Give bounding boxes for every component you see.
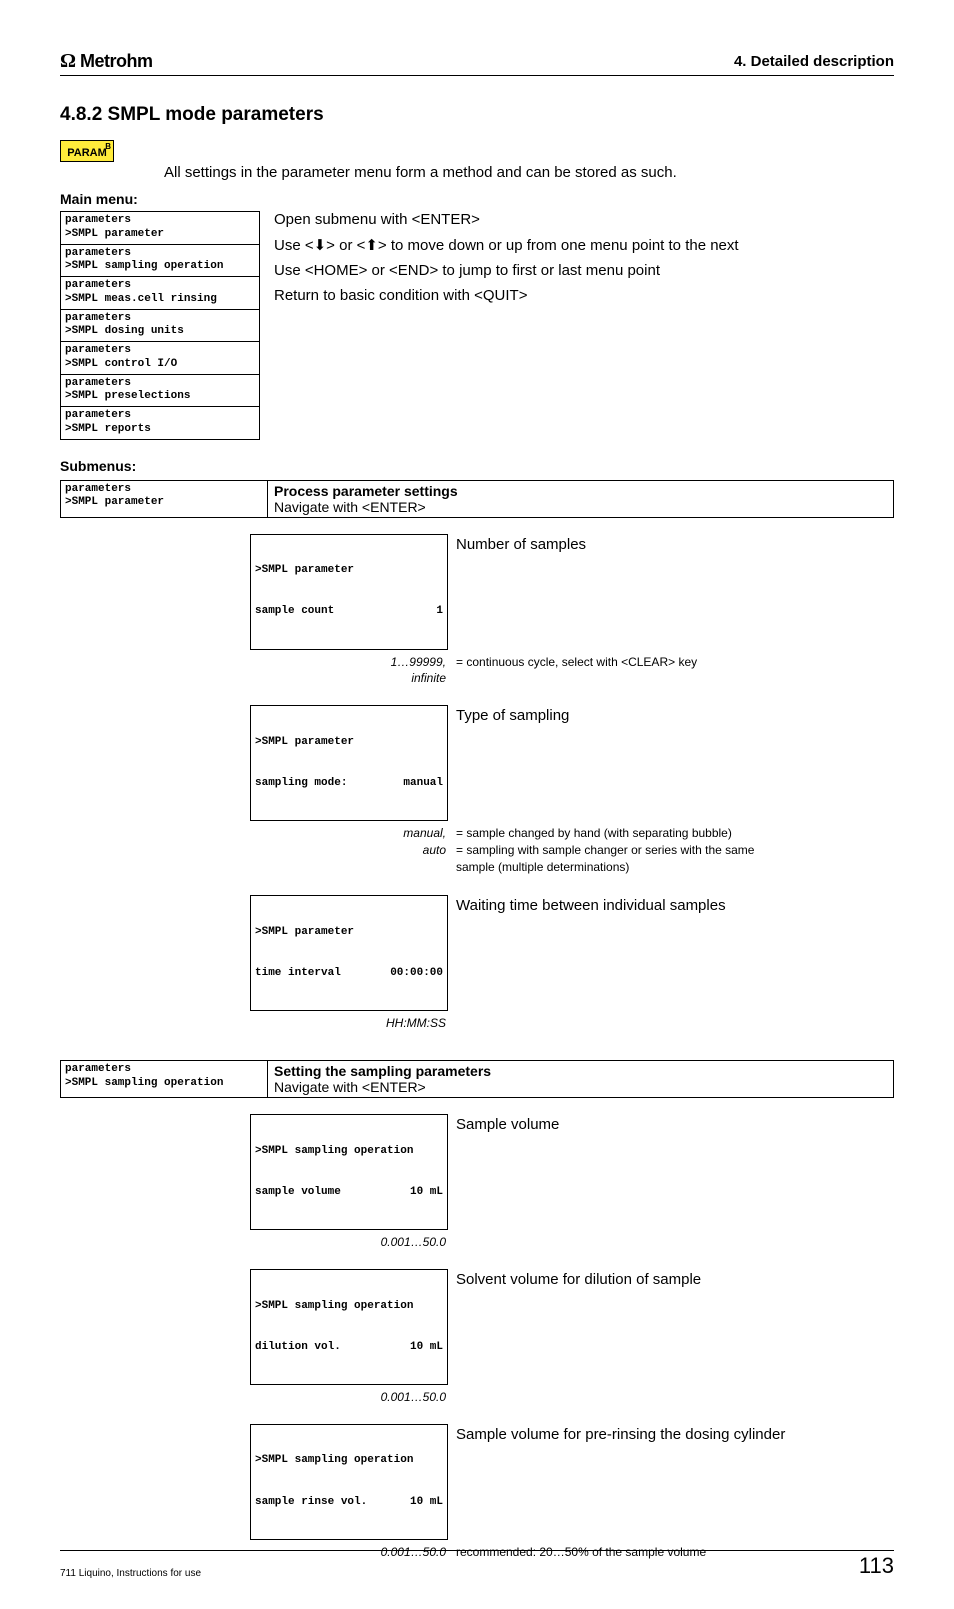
submenu-header-left: parameters >SMPL parameter bbox=[61, 481, 268, 517]
param-line1: >SMPL sampling operation bbox=[255, 1300, 443, 1314]
param-value: 00:00:00 bbox=[390, 967, 443, 981]
page-footer: 711 Liquino, Instructions for use 113 bbox=[60, 1550, 894, 1579]
param-row: >SMPL parameter sample count 1 Number of… bbox=[250, 534, 894, 650]
param-display: >SMPL parameter time interval 00:00:00 bbox=[250, 895, 448, 1011]
info-line: Return to basic condition with <QUIT> bbox=[274, 287, 894, 304]
info-line: Open submenu with <ENTER> bbox=[274, 211, 894, 228]
param-label: sampling mode: bbox=[255, 777, 347, 791]
info-line: Use <HOME> or <END> to jump to first or … bbox=[274, 262, 894, 279]
param-line1: >SMPL parameter bbox=[255, 736, 443, 750]
param-range: 0.001…50.0 bbox=[250, 1232, 452, 1251]
submenu-title: Process parameter settings bbox=[274, 483, 458, 499]
menu-item: parameters >SMPL preselections bbox=[60, 375, 260, 408]
menu-item: parameters >SMPL meas.cell rinsing bbox=[60, 277, 260, 310]
param-description: Sample volume for pre-rinsing the dosing… bbox=[448, 1424, 894, 1445]
param-display: >SMPL sampling operation dilution vol. 1… bbox=[250, 1269, 448, 1385]
menu-item: parameters >SMPL reports bbox=[60, 407, 260, 440]
param-label: sample rinse vol. bbox=[255, 1496, 367, 1510]
submenu-nav: Navigate with <ENTER> bbox=[274, 1079, 426, 1095]
intro-text: All settings in the parameter menu form … bbox=[164, 140, 894, 181]
param-row: >SMPL parameter sampling mode: manual Ty… bbox=[250, 705, 894, 821]
param-display: >SMPL sampling operation sample rinse vo… bbox=[250, 1424, 448, 1540]
brand-text: Metrohm bbox=[80, 51, 153, 72]
menu-item: parameters >SMPL control I/O bbox=[60, 342, 260, 375]
param-value: 1 bbox=[436, 605, 443, 619]
param-description: Solvent volume for dilution of sample bbox=[448, 1269, 894, 1290]
param-description: Sample volume bbox=[448, 1114, 894, 1135]
submenu-title: Setting the sampling parameters bbox=[274, 1063, 491, 1079]
param-key-b: B bbox=[105, 142, 111, 151]
param-row: >SMPL sampling operation sample rinse vo… bbox=[250, 1424, 894, 1540]
submenus-label: Submenus: bbox=[60, 458, 894, 474]
param-key-label: PARAM bbox=[67, 147, 107, 159]
param-label: time interval bbox=[255, 967, 341, 981]
param-note bbox=[452, 1232, 894, 1236]
param-range-row: HH:MM:SS bbox=[250, 1013, 894, 1032]
param-label: dilution vol. bbox=[255, 1341, 341, 1355]
param-description: Waiting time between individual samples bbox=[448, 895, 894, 916]
submenu-header-right: Setting the sampling parameters Navigate… bbox=[268, 1061, 893, 1097]
param-range: manual, auto bbox=[250, 823, 452, 859]
main-menu-info: Open submenu with <ENTER> Use <⬇> or <⬆>… bbox=[274, 211, 894, 312]
param-description: Type of sampling bbox=[448, 705, 894, 726]
menu-item: parameters >SMPL dosing units bbox=[60, 310, 260, 343]
param-line1: >SMPL parameter bbox=[255, 926, 443, 940]
param-line1: >SMPL sampling operation bbox=[255, 1145, 443, 1159]
param-range-row: 0.001…50.0 bbox=[250, 1232, 894, 1251]
submenu-header-left: parameters >SMPL sampling operation bbox=[61, 1061, 268, 1097]
param-range-row: manual, auto = sample changed by hand (w… bbox=[250, 823, 894, 877]
menu-item: parameters >SMPL parameter bbox=[60, 212, 260, 245]
param-value: 10 mL bbox=[410, 1496, 443, 1510]
param-display: >SMPL parameter sampling mode: manual bbox=[250, 705, 448, 821]
param-display: >SMPL sampling operation sample volume 1… bbox=[250, 1114, 448, 1230]
page-header: Ω Metrohm 4. Detailed description bbox=[60, 50, 894, 76]
main-menu-list: parameters >SMPL parameter parameters >S… bbox=[60, 211, 260, 440]
param-key-icon: B PARAM bbox=[60, 140, 114, 162]
param-note: = continuous cycle, select with <CLEAR> … bbox=[452, 652, 894, 673]
page-number: 113 bbox=[859, 1553, 894, 1579]
brand-logo: Ω Metrohm bbox=[60, 50, 153, 73]
param-note bbox=[452, 1013, 894, 1017]
menu-item: parameters >SMPL sampling operation bbox=[60, 245, 260, 278]
param-note bbox=[452, 1387, 894, 1391]
param-range-row: 0.001…50.0 bbox=[250, 1387, 894, 1406]
param-line1: >SMPL sampling operation bbox=[255, 1454, 443, 1468]
param-range: HH:MM:SS bbox=[250, 1013, 452, 1032]
submenu-header: parameters >SMPL sampling operation Sett… bbox=[60, 1060, 894, 1098]
param-row: >SMPL sampling operation sample volume 1… bbox=[250, 1114, 894, 1230]
param-value: manual bbox=[403, 777, 443, 791]
param-label: sample count bbox=[255, 605, 334, 619]
main-menu-label: Main menu: bbox=[60, 191, 894, 207]
param-label: sample volume bbox=[255, 1186, 341, 1200]
param-range: 1…99999, infinite bbox=[250, 652, 452, 688]
param-value: 10 mL bbox=[410, 1186, 443, 1200]
info-line: Use <⬇> or <⬆> to move down or up from o… bbox=[274, 236, 894, 254]
footer-left: 711 Liquino, Instructions for use bbox=[60, 1568, 201, 1579]
param-line1: >SMPL parameter bbox=[255, 564, 443, 578]
param-display: >SMPL parameter sample count 1 bbox=[250, 534, 448, 650]
param-row: >SMPL parameter time interval 00:00:00 W… bbox=[250, 895, 894, 1011]
section-title: 4. Detailed description bbox=[734, 53, 894, 70]
heading-4-8-2: 4.8.2 SMPL mode parameters bbox=[60, 104, 894, 126]
param-note: = sample changed by hand (with separatin… bbox=[452, 823, 894, 877]
submenu-header: parameters >SMPL parameter Process param… bbox=[60, 480, 894, 518]
submenu-nav: Navigate with <ENTER> bbox=[274, 499, 426, 515]
omega-icon: Ω bbox=[60, 50, 76, 73]
param-range-row: 1…99999, infinite = continuous cycle, se… bbox=[250, 652, 894, 688]
submenu-header-right: Process parameter settings Navigate with… bbox=[268, 481, 893, 517]
param-description: Number of samples bbox=[448, 534, 894, 555]
param-range: 0.001…50.0 bbox=[250, 1387, 452, 1406]
param-row: >SMPL sampling operation dilution vol. 1… bbox=[250, 1269, 894, 1385]
param-value: 10 mL bbox=[410, 1341, 443, 1355]
